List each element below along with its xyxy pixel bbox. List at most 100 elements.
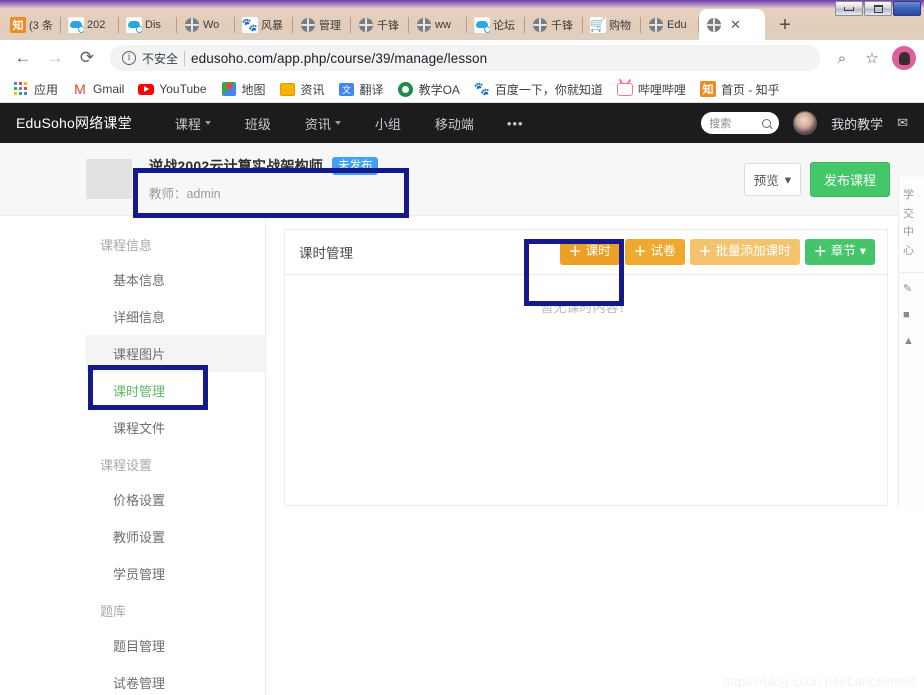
user-avatar[interactable] — [793, 111, 818, 135]
sidebar-item-course-files[interactable]: 课程文件 — [86, 409, 265, 446]
nav-item-news[interactable]: 资讯 — [288, 114, 358, 133]
close-tab-icon[interactable]: ✕ — [730, 17, 741, 33]
news-icon — [280, 81, 296, 97]
browser-tab[interactable]: 🐾 风暴 — [235, 10, 293, 40]
nav-item-mobile[interactable]: 移动端 — [418, 114, 491, 133]
bookmark-gmail[interactable]: M Gmail — [65, 79, 131, 99]
bookmark-translate[interactable]: 文 翻译 — [332, 79, 391, 100]
bookmark-youtube[interactable]: YouTube — [131, 79, 213, 99]
browser-tab[interactable]: Edu — [641, 10, 699, 40]
cart-icon: 🛒 — [590, 17, 606, 33]
nav-more-button[interactable]: ••• — [491, 116, 540, 131]
add-chapter-button[interactable]: ＋ 章节 ▾ — [804, 238, 875, 266]
sidebar-item-price-settings[interactable]: 价格设置 — [86, 481, 265, 518]
forward-button[interactable]: → — [40, 43, 70, 73]
search-placeholder: 搜索 — [709, 118, 732, 130]
my-teaching-link[interactable]: 我的教学 — [831, 114, 883, 133]
avatar-icon — [898, 51, 910, 65]
panel-title: 课时管理 — [299, 246, 353, 261]
minimize-button[interactable] — [835, 1, 863, 16]
back-button[interactable]: ← — [8, 43, 38, 73]
rail-pencil-icon[interactable]: ✎ — [899, 275, 924, 302]
cloud-icon — [474, 17, 490, 33]
envelope-icon[interactable]: ✉ — [897, 115, 908, 131]
rail-top-icon[interactable]: ▲ — [899, 328, 924, 354]
lesson-manage-panel: 课时管理 ＋ 课时 ＋ 试卷 ＋ 批量添加课时 ＋ 章节 ▾ 暂无课时内容！ — [284, 229, 888, 506]
browser-tab[interactable]: 知 (3 条 — [3, 10, 61, 40]
browser-tab[interactable]: ww — [409, 10, 467, 40]
site-info-icon[interactable]: i — [122, 51, 136, 65]
sidebar-item-course-image[interactable]: 课程图片 — [86, 335, 265, 372]
bilibili-icon — [616, 81, 633, 97]
new-tab-button[interactable]: + — [771, 11, 799, 39]
bookmark-teaching-oa[interactable]: 教学OA — [391, 79, 467, 100]
globe-icon — [532, 17, 548, 33]
chevron-down-icon: ▾ — [784, 172, 791, 187]
zoom-icon[interactable]: ⌕ — [828, 44, 856, 72]
bookmarks-bar: 应用 M Gmail YouTube 地图 资讯 文 翻译 教学OA 🐾 百度一… — [0, 76, 924, 103]
globe-icon — [358, 17, 374, 33]
bookmark-maps[interactable]: 地图 — [214, 79, 273, 100]
browser-tab-active[interactable]: ✕ — [699, 9, 765, 40]
close-window-button[interactable] — [893, 1, 921, 16]
profile-avatar[interactable] — [892, 46, 916, 70]
browser-tab[interactable]: Wo — [177, 10, 235, 40]
browser-tab[interactable]: 千锋 — [525, 10, 583, 40]
bookmark-label: 首页 - 知乎 — [720, 82, 780, 97]
bookmark-star-icon[interactable]: ☆ — [858, 44, 886, 72]
publish-course-button[interactable]: 发布课程 — [809, 161, 890, 197]
maps-icon — [221, 81, 237, 97]
right-side-rail[interactable]: 学交中心 ✎ ■ ▲ — [898, 177, 924, 507]
bookmark-bilibili[interactable]: 哔哩哔哩 — [610, 79, 693, 100]
maximize-button[interactable] — [864, 1, 892, 16]
url-text: edusoho.com/app.php/course/39/manage/les… — [191, 50, 488, 66]
preview-button[interactable]: 预览 ▾ — [743, 162, 801, 196]
browser-tab[interactable]: 管理 — [293, 10, 351, 40]
site-top-nav: EduSoho网络课堂 课程 班级 资讯 小组 移动端 ••• 搜索 我的教学 … — [0, 103, 924, 143]
sidebar-item-teacher-settings[interactable]: 教师设置 — [86, 518, 265, 555]
rail-doc-icon[interactable]: ■ — [899, 302, 924, 328]
nav-item-groups[interactable]: 小组 — [358, 114, 418, 133]
nav-item-courses[interactable]: 课程 — [158, 114, 228, 133]
sidebar-item-detail-info[interactable]: 详细信息 — [86, 298, 265, 335]
bookmark-label: 应用 — [34, 82, 59, 97]
title-bar: 知 (3 条 202 Dis Wo 🐾 风暴 管理 千锋 ww 论坛 千锋 🛒 … — [0, 0, 924, 40]
reload-button[interactable]: ⟳ — [72, 43, 102, 73]
browser-tab[interactable]: 千锋 — [351, 10, 409, 40]
nav-item-classes[interactable]: 班级 — [228, 114, 288, 133]
site-search-box[interactable]: 搜索 — [701, 112, 780, 134]
browser-tab[interactable]: 论坛 — [467, 10, 525, 40]
address-bar[interactable]: i 不安全 edusoho.com/app.php/course/39/mana… — [110, 45, 820, 71]
bookmark-label: 哔哩哔哩 — [637, 82, 686, 97]
button-label: 批量添加课时 — [715, 244, 791, 259]
tab-strip: 知 (3 条 202 Dis Wo 🐾 风暴 管理 千锋 ww 论坛 千锋 🛒 … — [2, 6, 924, 40]
rail-text-block: 学交中心 — [903, 189, 914, 258]
batch-add-lessons-button[interactable]: ＋ 批量添加课时 — [689, 238, 800, 266]
preview-label: 预览 — [753, 173, 779, 188]
sidebar-group-title: 课程设置 — [100, 458, 153, 473]
sidebar-group-title: 课程信息 — [100, 238, 153, 253]
sidebar-item-question-manage[interactable]: 题目管理 — [86, 627, 265, 664]
sidebar-item-basic-info[interactable]: 基本信息 — [86, 261, 265, 298]
sidebar-item-student-manage[interactable]: 学员管理 — [86, 555, 265, 592]
sidebar-item-paper-manage[interactable]: 试卷管理 — [86, 664, 265, 695]
search-icon[interactable] — [762, 118, 772, 128]
browser-tab[interactable]: 🛒 购物 — [583, 10, 641, 40]
bookmark-zhihu[interactable]: 知 首页 - 知乎 — [693, 79, 787, 100]
empty-state-text: 暂无课时内容！ — [540, 300, 632, 315]
site-logo[interactable]: EduSoho网络课堂 — [16, 113, 132, 133]
sidebar-item-lesson-manage[interactable]: 课时管理 — [86, 372, 265, 409]
chevron-down-icon — [334, 121, 341, 125]
button-label: 章节 — [830, 244, 856, 259]
tab-title: 202 — [87, 19, 106, 31]
bookmark-news[interactable]: 资讯 — [273, 79, 332, 100]
browser-tab[interactable]: 202 — [61, 10, 119, 40]
bookmark-apps[interactable]: 应用 — [6, 79, 65, 100]
maximize-icon — [873, 4, 883, 13]
globe-icon — [416, 17, 432, 33]
add-exam-paper-button[interactable]: ＋ 试卷 — [624, 238, 685, 266]
browser-tab[interactable]: Dis — [119, 10, 177, 40]
bookmark-baidu[interactable]: 🐾 百度一下，你就知道 — [467, 79, 610, 100]
button-label: 试卷 — [650, 244, 676, 259]
add-lesson-button[interactable]: ＋ 课时 — [559, 238, 620, 266]
